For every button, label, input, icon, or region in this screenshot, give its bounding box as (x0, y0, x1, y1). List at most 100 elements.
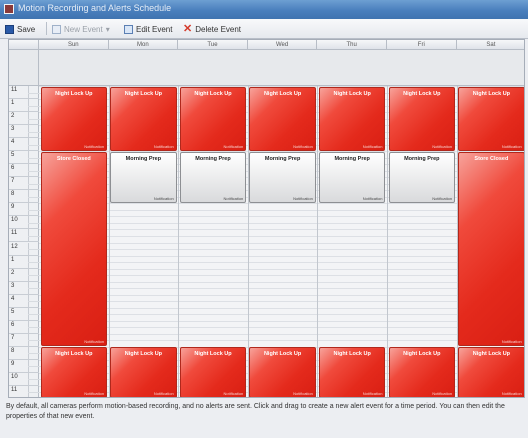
hour-row: 2 (9, 112, 39, 126)
half-hour-tick (28, 288, 39, 290)
event-title: Night Lock Up (194, 351, 232, 358)
half-hour-tick (28, 131, 39, 133)
schedule-grid[interactable]: Night Lock Up Notification Night Lock Up No… (39, 86, 524, 397)
event-title: Night Lock Up (263, 351, 302, 358)
event-title: Night Lock Up (124, 90, 163, 97)
half-hour-tick (28, 275, 39, 277)
event-footer: Notification (84, 391, 105, 397)
night-lock-up-event[interactable]: Night Lock Up Notification (40, 86, 108, 151)
event-footer: Notification (432, 143, 453, 149)
schedule-window: Motion Recording and Alerts Schedule Sav… (0, 0, 528, 438)
night-lock-up-event[interactable]: Night Lock Up Notification (249, 347, 316, 397)
hour-row: 8 (9, 346, 39, 360)
grid-line (39, 209, 524, 211)
hour-label: 12 (11, 243, 18, 250)
delete-icon: ✕ (183, 22, 193, 35)
hour-label: 5 (11, 152, 15, 159)
event-footer: Notification (84, 339, 105, 345)
new-event-button[interactable]: New Event ▾ (52, 23, 110, 35)
hour-row: 3 (9, 281, 39, 295)
night-lock-up-event[interactable]: Night Lock Up Notification (388, 86, 456, 151)
day-column-divider (387, 86, 388, 397)
event-footer: Notification (84, 143, 105, 149)
edit-event-label: Edit Event (136, 24, 173, 34)
night-lock-up-event[interactable]: Night Lock Up Notification (318, 86, 386, 151)
half-hour-tick (28, 92, 39, 94)
event-title: Night Lock Up (403, 351, 441, 358)
event-title: Morning Prep (404, 155, 440, 162)
night-lock-up-event[interactable]: Night Lock Up Notification (40, 347, 108, 397)
day-header-wed: Wed (247, 40, 318, 50)
save-button[interactable]: Save (5, 23, 35, 35)
morning-prep-event[interactable]: Morning Prep Notification (179, 151, 247, 203)
half-hour-tick (28, 118, 39, 120)
morning-prep-event[interactable]: Morning Prep Notification (318, 151, 386, 203)
half-hour-tick (28, 183, 39, 185)
event-title: Night Lock Up (333, 90, 371, 97)
night-lock-up-event[interactable]: Night Lock Up Notification (249, 86, 316, 151)
night-lock-up-event[interactable]: Night Lock Up Notification (318, 347, 386, 397)
event-footer: Notification (293, 195, 313, 201)
morning-prep-event[interactable]: Morning Prep Notification (249, 151, 316, 203)
half-hour-tick (28, 327, 39, 329)
event-title: Morning Prep (264, 155, 301, 162)
event-footer: Notification (432, 391, 453, 397)
hour-label: 7 (11, 178, 15, 185)
all-day-row[interactable] (39, 50, 524, 86)
hour-row: 7 (9, 177, 39, 191)
edit-event-button[interactable]: Edit Event (124, 23, 172, 35)
half-hour-tick (28, 235, 39, 237)
new-event-icon (52, 24, 61, 34)
night-lock-up-event[interactable]: Night Lock Up Notification (179, 86, 247, 151)
hour-label: 1 (11, 256, 15, 263)
night-lock-up-event[interactable]: Night Lock Up Notification (110, 86, 177, 151)
night-lock-up-event[interactable]: Night Lock Up Notification (110, 347, 177, 397)
day-header-sun: Sun (39, 40, 109, 50)
hour-label: 10 (11, 373, 18, 380)
hour-row: 1 (9, 255, 39, 269)
help-text: By default, all cameras perform motion-b… (6, 403, 505, 420)
hour-label: 3 (11, 126, 15, 133)
event-footer: Notification (153, 195, 174, 201)
store-closed-event[interactable]: Store Closed Notification (458, 151, 524, 347)
half-hour-tick (28, 301, 39, 303)
half-hour-tick (28, 196, 39, 198)
hour-row: 12 (9, 242, 39, 256)
hour-row: 9 (9, 359, 39, 373)
hour-label: 9 (11, 204, 15, 211)
app-icon (4, 4, 14, 14)
event-footer: Notification (293, 391, 313, 397)
grid-line (39, 268, 524, 270)
store-closed-event[interactable]: Store Closed Notification (40, 151, 108, 347)
hour-label: 1 (11, 100, 15, 107)
chevron-down-icon[interactable]: ▾ (106, 25, 110, 34)
grid-line (39, 235, 524, 237)
half-hour-tick (28, 170, 39, 172)
event-footer: Notification (153, 143, 174, 149)
night-lock-up-event[interactable]: Night Lock Up Notification (458, 347, 524, 397)
grid-line (39, 314, 524, 316)
half-hour-tick (28, 262, 39, 264)
morning-prep-event[interactable]: Morning Prep Notification (388, 151, 456, 203)
toolbar-separator (46, 22, 47, 35)
event-title: Night Lock Up (55, 90, 93, 97)
night-lock-up-event[interactable]: Night Lock Up Notification (458, 86, 524, 151)
event-title: Morning Prep (125, 155, 162, 162)
grid-line (39, 229, 524, 231)
event-footer: Notification (293, 143, 313, 149)
night-lock-up-event[interactable]: Night Lock Up Notification (179, 347, 247, 397)
grid-line (39, 222, 524, 224)
title-bar[interactable]: Motion Recording and Alerts Schedule (0, 0, 528, 19)
hour-row: 2 (9, 268, 39, 282)
save-icon (5, 24, 14, 34)
half-hour-tick (28, 105, 39, 107)
event-footer: Notification (362, 391, 383, 397)
half-hour-tick (28, 366, 39, 368)
event-footer: Notification (432, 195, 453, 201)
morning-prep-event[interactable]: Morning Prep Notification (110, 151, 177, 203)
half-hour-tick (28, 340, 39, 342)
night-lock-up-event[interactable]: Night Lock Up Notification (388, 347, 456, 397)
hour-label: 11 (11, 386, 18, 393)
delete-event-button[interactable]: ✕ Delete Event (183, 23, 241, 35)
half-hour-tick (28, 209, 39, 211)
